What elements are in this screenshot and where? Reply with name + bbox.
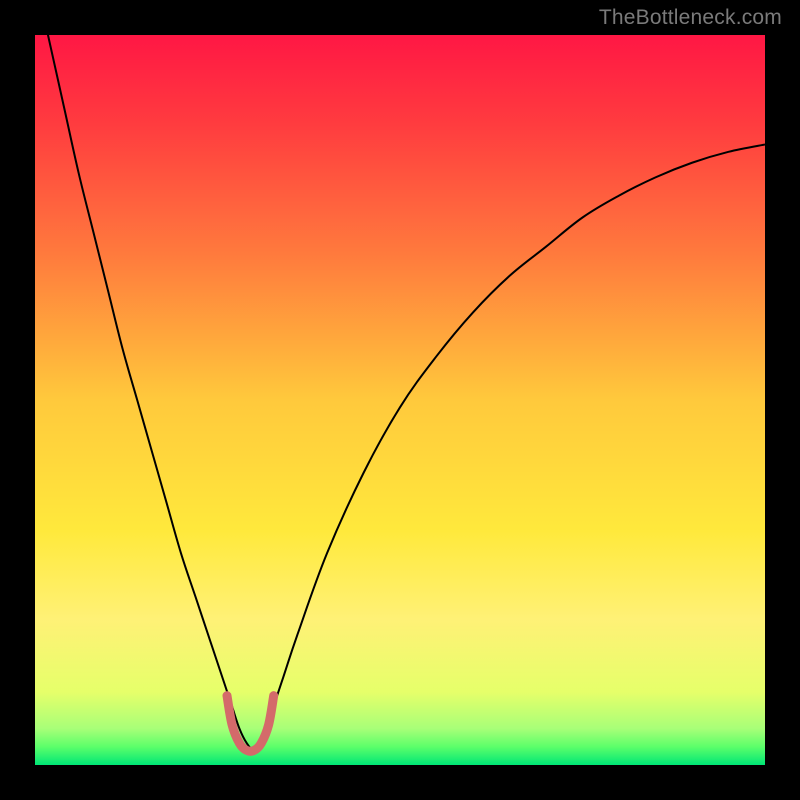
chart-background (35, 35, 765, 765)
watermark-text: TheBottleneck.com (599, 6, 782, 30)
chart-plot-area (35, 35, 765, 765)
chart-svg (35, 35, 765, 765)
